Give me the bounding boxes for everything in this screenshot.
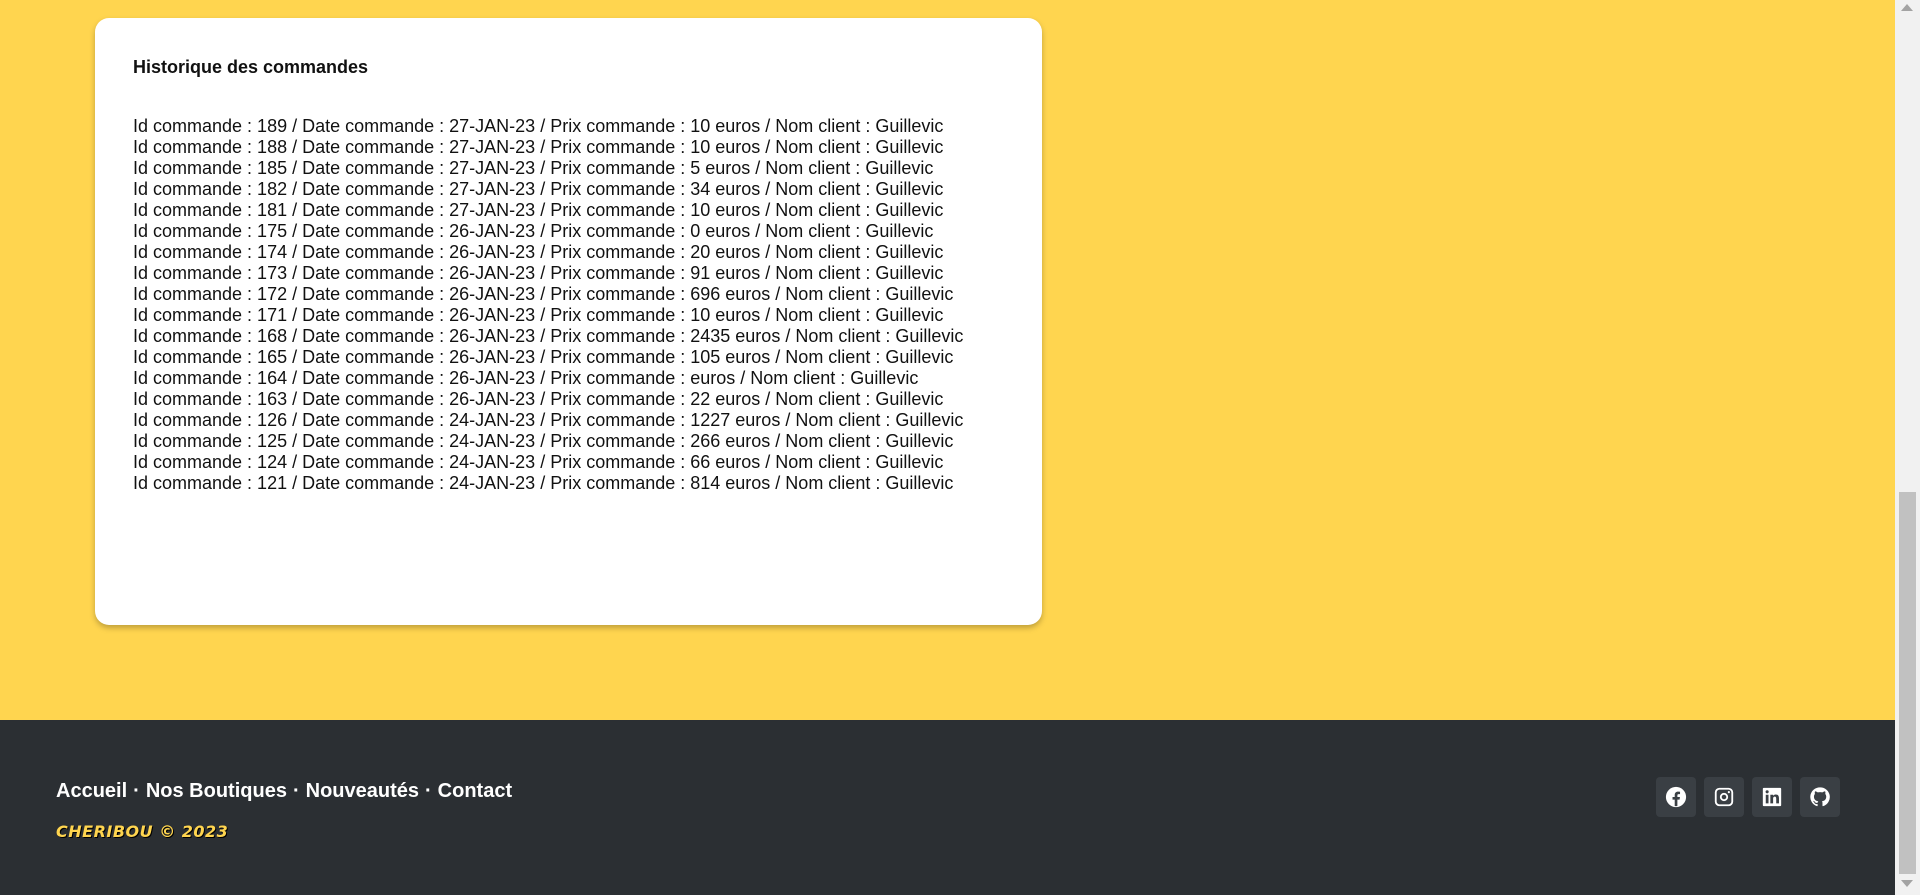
- order-line: Id commande : 126 / Date commande : 24-J…: [133, 410, 964, 430]
- nav-separator: ·: [425, 780, 432, 802]
- scroll-down-arrow-icon[interactable]: [1901, 880, 1913, 887]
- instagram-button[interactable]: [1704, 777, 1744, 817]
- order-history-title: Historique des commandes: [133, 57, 369, 77]
- linkedin-icon: [1762, 787, 1782, 807]
- social-links: [1656, 777, 1840, 817]
- order-line: Id commande : 121 / Date commande : 24-J…: [133, 473, 954, 493]
- order-line: Id commande : 173 / Date commande : 26-J…: [133, 263, 944, 283]
- order-line: Id commande : 172 / Date commande : 26-J…: [133, 284, 954, 304]
- scrollbar-thumb[interactable]: [1899, 492, 1916, 874]
- nav-separator: ·: [292, 780, 300, 802]
- github-icon: [1810, 787, 1830, 807]
- order-line: Id commande : 124 / Date commande : 24-J…: [133, 452, 944, 472]
- github-button[interactable]: [1800, 777, 1840, 817]
- order-line: Id commande : 125 / Date commande : 24-J…: [133, 431, 954, 451]
- order-line: Id commande : 174 / Date commande : 26-J…: [133, 242, 944, 262]
- scroll-up-arrow-icon[interactable]: [1901, 4, 1913, 11]
- order-line: Id commande : 182 / Date commande : 27-J…: [133, 179, 944, 199]
- order-line: Id commande : 163 / Date commande : 26-J…: [133, 389, 944, 409]
- order-line: Id commande : 189 / Date commande : 27-J…: [133, 116, 944, 136]
- order-line: Id commande : 165 / Date commande : 26-J…: [133, 347, 954, 367]
- vertical-scrollbar[interactable]: [1895, 0, 1920, 895]
- order-line: Id commande : 188 / Date commande : 27-J…: [133, 137, 944, 157]
- facebook-icon: [1665, 786, 1687, 808]
- facebook-button[interactable]: [1656, 777, 1696, 817]
- order-line: Id commande : 164 / Date commande : 26-J…: [133, 368, 919, 388]
- footer-link-nos-boutiques[interactable]: Nos Boutiques: [146, 780, 287, 802]
- order-history-card: Historique des commandes Id commande : 1…: [95, 18, 1042, 625]
- order-line: Id commande : 175 / Date commande : 26-J…: [133, 221, 934, 241]
- footer-link-accueil[interactable]: Accueil: [56, 780, 127, 802]
- footer-link-contact[interactable]: Contact: [438, 780, 512, 802]
- order-line: Id commande : 185 / Date commande : 27-J…: [133, 158, 934, 178]
- order-line: Id commande : 171 / Date commande : 26-J…: [133, 305, 944, 325]
- footer-nav: Accueil · Nos Boutiques · Nouveautés · Contact: [56, 780, 512, 803]
- linkedin-button[interactable]: [1752, 777, 1792, 817]
- instagram-icon: [1714, 787, 1734, 807]
- order-line: Id commande : 181 / Date commande : 27-J…: [133, 200, 944, 220]
- main-content: Historique des commandes Id commande : 1…: [0, 0, 1895, 720]
- page: Historique des commandes Id commande : 1…: [0, 0, 1920, 895]
- footer: Accueil · Nos Boutiques · Nouveautés · Contact…: [0, 720, 1895, 895]
- nav-separator: ·: [133, 780, 140, 802]
- footer-link-nouveautes[interactable]: Nouveautés: [306, 780, 419, 802]
- order-list: Id commande : 189 / Date commande : 27-J…: [133, 116, 1004, 494]
- brand-copyright: CHERIBOU © 2023: [56, 822, 229, 841]
- order-line: Id commande : 168 / Date commande : 26-J…: [133, 326, 964, 346]
